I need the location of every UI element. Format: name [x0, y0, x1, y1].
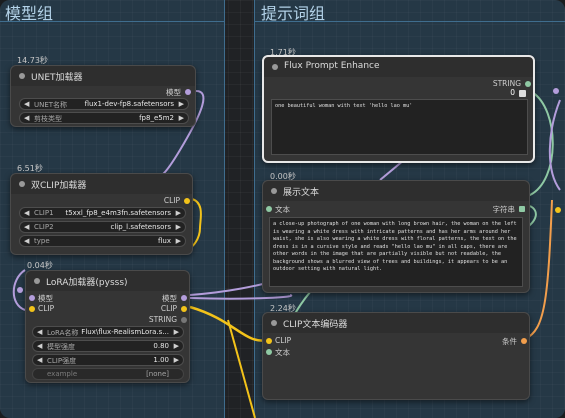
- lora-loader-node[interactable]: LoRA加载器(pysss) 模型 CLIP 模型 CLIP STRING ◀ …: [25, 270, 190, 383]
- input-clip-port[interactable]: [29, 306, 35, 312]
- offscreen-port[interactable]: [555, 207, 561, 213]
- arrow-left-icon[interactable]: ◀: [24, 114, 29, 122]
- collapse-dot-icon[interactable]: [271, 320, 277, 326]
- input-clip-label: CLIP: [38, 304, 55, 313]
- dual-clip-loader-node[interactable]: 双CLIP加载器 CLIP ◀ CLIP1 t5xxl_fp8_e4m3fn.s…: [10, 173, 193, 255]
- output-string-label: STRING: [148, 315, 177, 324]
- node-title: 双CLIP加载器: [31, 181, 87, 191]
- collapse-dot-icon[interactable]: [271, 188, 277, 194]
- output-model-label: 模型: [166, 88, 181, 97]
- clip2-select[interactable]: ◀ CLIP2 clip_l.safetensors ▶: [19, 221, 186, 233]
- output-string-port[interactable]: [525, 81, 531, 87]
- arrow-left-icon[interactable]: ◀: [37, 342, 42, 350]
- output-model-port[interactable]: [185, 89, 191, 95]
- output-string-label: STRING: [492, 79, 521, 88]
- show-text-node[interactable]: 展示文本 文本 字符串 a close-up photograph of one…: [262, 180, 530, 293]
- arrow-right-icon[interactable]: ▶: [176, 223, 181, 231]
- output-conditioning-port[interactable]: [521, 338, 527, 344]
- output-clip-port[interactable]: [184, 198, 190, 204]
- arrow-left-icon[interactable]: ◀: [37, 328, 42, 336]
- prompt-input[interactable]: one beautiful woman with text 'hello lao…: [271, 99, 528, 155]
- wire-lora-model-out: [189, 281, 271, 296]
- arrow-left-icon[interactable]: ◀: [24, 237, 29, 245]
- node-title: UNET加载器: [31, 73, 83, 83]
- unet-loader-node[interactable]: UNET加载器 模型 ◀ UNET名称 flux1-dev-fp8.safete…: [10, 65, 196, 127]
- arrow-right-icon[interactable]: ▶: [174, 342, 179, 350]
- input-clip-label: CLIP: [275, 336, 292, 345]
- node-title: LoRA加载器(pysss): [46, 278, 128, 288]
- arrow-right-icon[interactable]: ▶: [176, 237, 181, 245]
- output-string-port[interactable]: [519, 206, 525, 212]
- collapse-dot-icon[interactable]: [34, 278, 40, 284]
- arrow-right-icon[interactable]: ▶: [174, 328, 179, 336]
- unet-name-select[interactable]: ◀ UNET名称 flux1-dev-fp8.safetensors ▶: [19, 98, 189, 110]
- wire-clip-down: [227, 319, 256, 418]
- enable-checkbox[interactable]: [519, 90, 526, 97]
- arrow-right-icon[interactable]: ▶: [179, 114, 184, 122]
- output-clip-port[interactable]: [181, 306, 187, 312]
- collapse-dot-icon[interactable]: [272, 64, 278, 70]
- arrow-right-icon[interactable]: ▶: [176, 209, 181, 217]
- arrow-left-icon[interactable]: ◀: [24, 100, 29, 108]
- input-model-port[interactable]: [29, 295, 35, 301]
- input-text-port[interactable]: [266, 349, 272, 355]
- input-text-label: 文本: [275, 205, 290, 214]
- clip-strength-input[interactable]: ◀ CLIP强度 1.00 ▶: [32, 354, 184, 366]
- output-string-label: 字符串: [492, 205, 516, 214]
- input-clip-port[interactable]: [266, 338, 272, 344]
- arrow-left-icon[interactable]: ◀: [24, 223, 29, 231]
- arrow-right-icon[interactable]: ▶: [174, 356, 179, 364]
- node-title: Flux Prompt Enhance: [284, 61, 380, 71]
- collapse-dot-icon[interactable]: [19, 181, 25, 187]
- weight-dtype-select[interactable]: ◀ 剪枝类型 fp8_e5m2 ▶: [19, 112, 189, 124]
- flux-prompt-enhance-node[interactable]: Flux Prompt Enhance STRING 0 one beautif…: [262, 55, 535, 163]
- counter-value: 0: [510, 88, 515, 97]
- clip1-select[interactable]: ◀ CLIP1 t5xxl_fp8_e4m3fn.safetensors ▶: [19, 207, 186, 219]
- output-clip-label: CLIP: [163, 196, 180, 205]
- node-title: 展示文本: [283, 188, 320, 198]
- clip-text-encode-node[interactable]: CLIP文本编码器 CLIP 文本 条件: [262, 312, 530, 400]
- lora-name-select[interactable]: ◀ LoRA名称 Flux\flux-RealismLora.s... ▶: [32, 326, 184, 338]
- type-select[interactable]: ◀ type flux ▶: [19, 235, 186, 247]
- output-string-port[interactable]: [181, 317, 187, 323]
- displayed-text: a close-up photograph of one woman with …: [269, 217, 523, 287]
- input-model-label: 模型: [38, 294, 53, 303]
- offscreen-port[interactable]: [17, 287, 23, 293]
- offscreen-port[interactable]: [553, 88, 559, 94]
- arrow-right-icon[interactable]: ▶: [179, 100, 184, 108]
- arrow-left-icon[interactable]: ◀: [24, 209, 29, 217]
- input-text-label: 文本: [275, 348, 290, 357]
- model-strength-input[interactable]: ◀ 模型强度 0.80 ▶: [32, 340, 184, 352]
- output-conditioning-label: 条件: [502, 337, 517, 346]
- collapse-dot-icon[interactable]: [19, 73, 25, 79]
- output-clip-label: CLIP: [160, 304, 177, 313]
- output-model-label: 模型: [162, 294, 177, 303]
- output-model-port[interactable]: [181, 295, 187, 301]
- node-title: CLIP文本编码器: [283, 320, 348, 330]
- example-select[interactable]: example [none]: [32, 368, 184, 380]
- node-canvas[interactable]: 模型组 提示词组 14.73秒 UNET加载器 模型 ◀ UNET名称 flux…: [0, 0, 565, 418]
- input-text-port[interactable]: [266, 206, 272, 212]
- wire-right-model: [548, 99, 561, 191]
- arrow-left-icon[interactable]: ◀: [37, 356, 42, 364]
- wire-lora-model-out-2: [189, 294, 293, 300]
